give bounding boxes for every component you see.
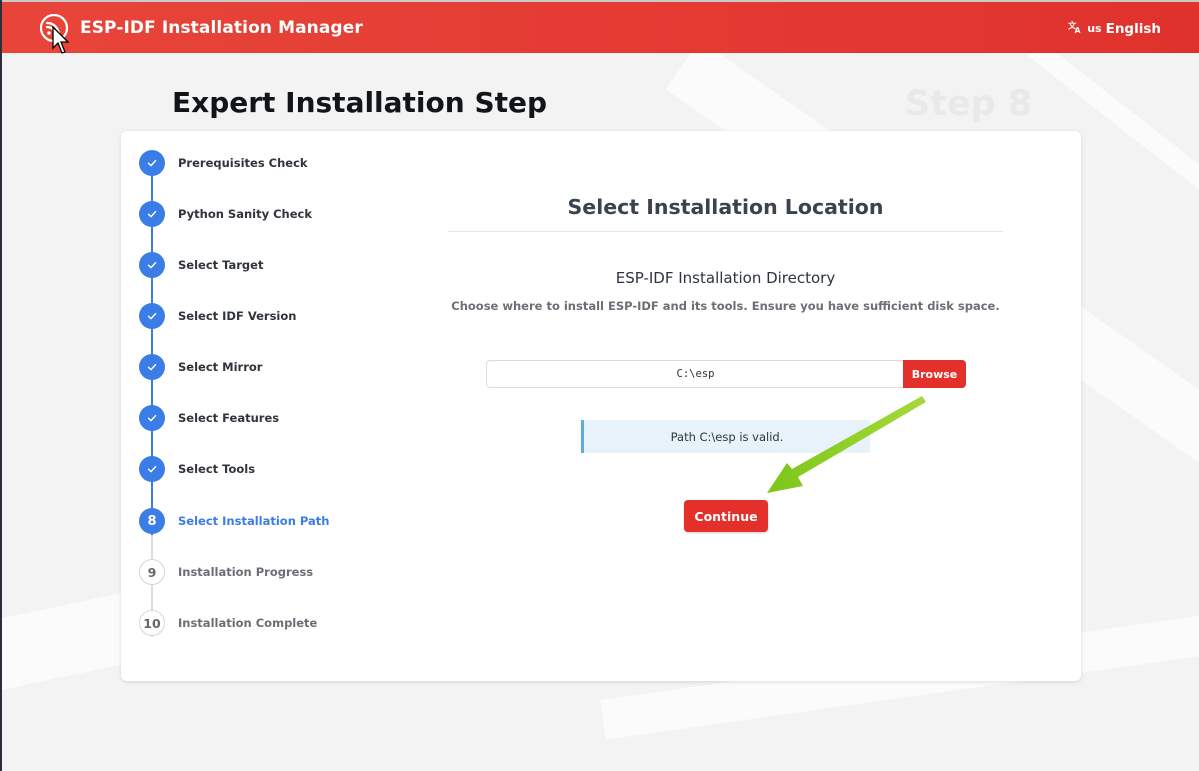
step-installation-complete: 10 Installation Complete [139,610,317,636]
browse-button[interactable]: Browse [903,360,966,388]
step-label: Select Installation Path [178,514,330,528]
language-selector[interactable]: 文 A us English [1068,19,1161,38]
step-prerequisites-check[interactable]: Prerequisites Check [139,150,308,176]
step-select-installation-path[interactable]: 8 Select Installation Path [139,508,329,534]
step-number: 10 [139,610,165,636]
check-icon [139,303,165,329]
step-select-target[interactable]: Select Target [139,252,263,278]
step-select-mirror[interactable]: Select Mirror [139,354,262,380]
step-select-idf-version[interactable]: Select IDF Version [139,303,296,329]
section-divider [448,231,1003,232]
validation-text: Path C:\esp is valid. [670,429,784,444]
window-edge [0,0,2,771]
step-indicator: Step 8 [905,84,1033,124]
language-flag: us [1087,22,1102,35]
check-icon [139,354,165,380]
step-select-features[interactable]: Select Features [139,405,279,431]
check-icon [139,252,165,278]
app-header: ESP-IDF Installation Manager 文 A us Engl… [0,2,1199,53]
step-label: Prerequisites Check [178,156,308,170]
step-label: Select IDF Version [178,309,297,323]
installation-path-input[interactable] [486,360,904,388]
app-title: ESP-IDF Installation Manager [80,18,363,38]
step-label: Installation Complete [178,616,318,630]
step-label: Python Sanity Check [178,207,312,221]
language-label: English [1105,20,1161,37]
window-top-border [0,0,1199,2]
wizard-card: Prerequisites Check Python Sanity Check … [121,131,1081,681]
step-number: 9 [139,559,165,585]
page-title: Expert Installation Step [172,86,548,119]
step-python-sanity-check[interactable]: Python Sanity Check [139,201,312,227]
svg-text:A: A [1075,26,1081,34]
check-icon [139,405,165,431]
directory-subtitle: ESP-IDF Installation Directory [615,269,836,287]
translate-icon: 文 A [1068,19,1083,38]
step-label: Select Tools [178,462,256,476]
check-icon [139,201,165,227]
step-label: Select Features [178,411,280,425]
directory-description: Choose where to install ESP-IDF and its … [451,299,1000,313]
check-icon [139,150,165,176]
step-select-tools[interactable]: Select Tools [139,456,255,482]
step-label: Select Mirror [178,360,263,374]
path-valid-message: Path C:\esp is valid. [581,420,870,453]
step-installation-progress: 9 Installation Progress [139,559,313,585]
mouse-cursor-icon [52,26,70,54]
check-icon [139,456,165,482]
step-label: Installation Progress [178,565,314,579]
step-number: 8 [139,508,165,534]
section-title: Select Installation Location [567,195,884,219]
continue-button[interactable]: Continue [684,500,768,532]
step-label: Select Target [178,258,264,272]
